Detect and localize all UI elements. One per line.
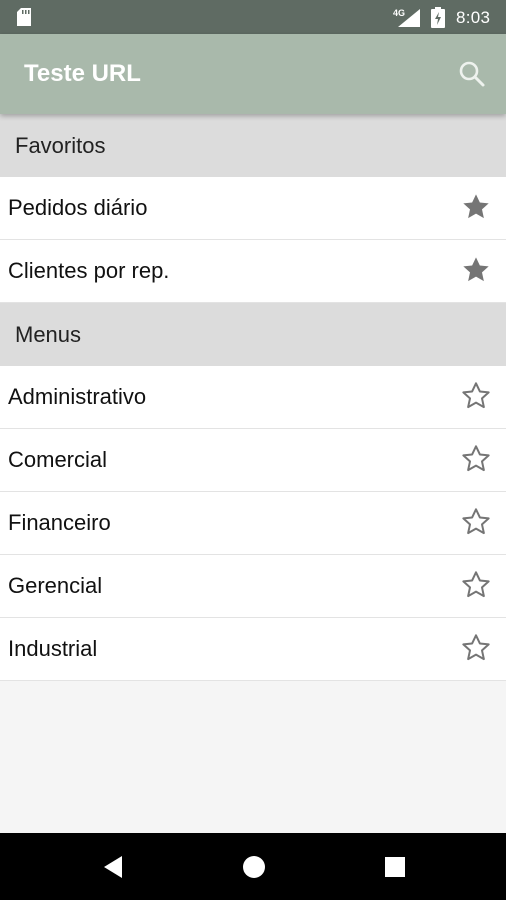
- list-item-label: Clientes por rep.: [8, 258, 170, 283]
- star-filled-icon[interactable]: [460, 254, 492, 286]
- list-item-label: Pedidos diário: [8, 195, 148, 220]
- list-item-label: Financeiro: [8, 510, 111, 535]
- back-icon[interactable]: [99, 853, 127, 881]
- section-title: Menus: [15, 322, 82, 347]
- menu-list: Favoritos Pedidos diário Clientes por re…: [0, 114, 506, 681]
- list-item-label: Comercial: [8, 447, 108, 472]
- section-header-favoritos: Favoritos: [0, 114, 506, 177]
- battery-charging-icon: [431, 7, 445, 28]
- recents-icon[interactable]: [381, 853, 409, 881]
- list-item-administrativo[interactable]: Administrativo: [0, 366, 506, 429]
- list-item-industrial[interactable]: Industrial: [0, 618, 506, 681]
- status-bar: 4G 8:03: [0, 0, 506, 34]
- star-outline-icon[interactable]: [460, 632, 492, 664]
- search-button[interactable]: [454, 56, 490, 92]
- list-item-pedidos-diario[interactable]: Pedidos diário: [0, 177, 506, 240]
- signal-icon: [398, 9, 420, 27]
- list-item-financeiro[interactable]: Financeiro: [0, 492, 506, 555]
- section-title: Favoritos: [15, 133, 106, 158]
- list-item-label: Gerencial: [8, 573, 103, 598]
- home-icon[interactable]: [240, 853, 268, 881]
- star-filled-icon[interactable]: [460, 191, 492, 223]
- navigation-bar: [0, 833, 506, 900]
- list-item-clientes-por-rep[interactable]: Clientes por rep.: [0, 240, 506, 303]
- clock: 8:03: [456, 8, 491, 27]
- star-outline-icon[interactable]: [460, 380, 492, 412]
- list-item-label: Administrativo: [8, 384, 147, 409]
- search-icon: [459, 61, 485, 87]
- list-item-comercial[interactable]: Comercial: [0, 429, 506, 492]
- app-bar: Teste URL: [0, 34, 506, 114]
- app-title: Teste URL: [24, 60, 141, 87]
- star-outline-icon[interactable]: [460, 443, 492, 475]
- list-item-label: Industrial: [8, 636, 98, 661]
- star-outline-icon[interactable]: [460, 506, 492, 538]
- star-outline-icon[interactable]: [460, 569, 492, 601]
- section-header-menus: Menus: [0, 303, 506, 366]
- list-item-gerencial[interactable]: Gerencial: [0, 555, 506, 618]
- sd-card-icon: [17, 8, 31, 26]
